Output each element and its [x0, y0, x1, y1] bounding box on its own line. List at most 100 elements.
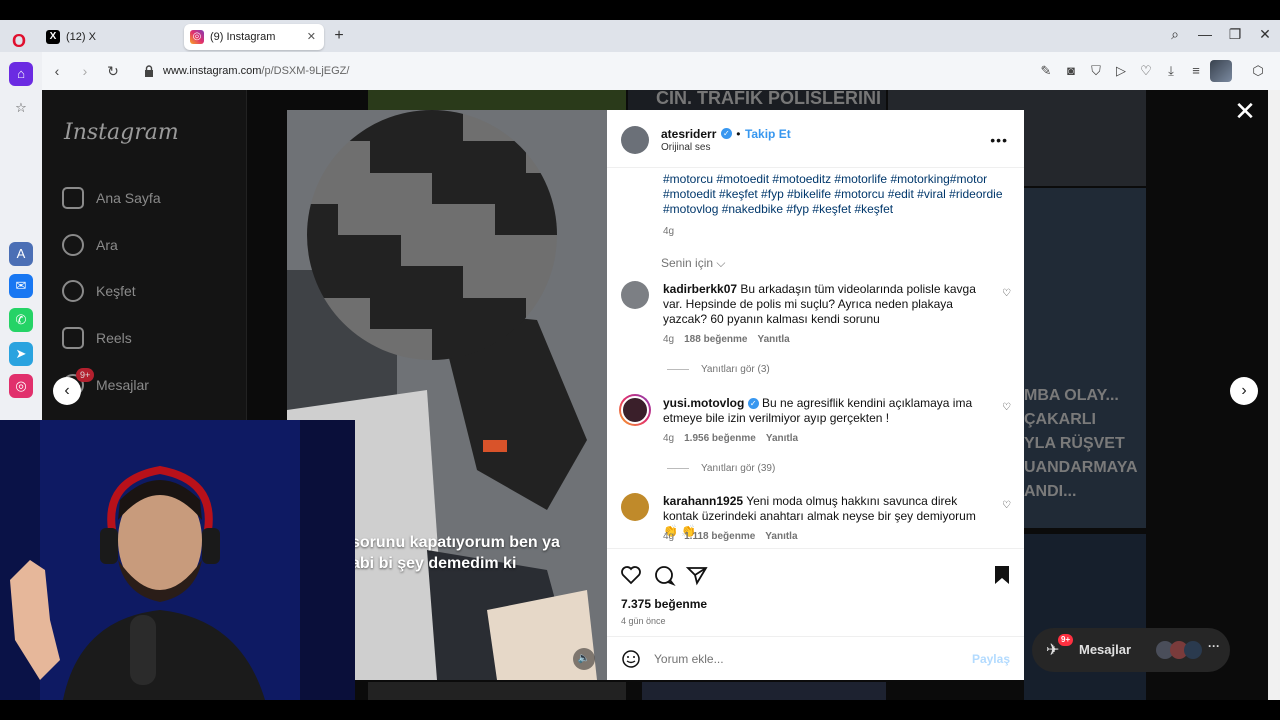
grid-tile[interactable]: CIN. TRAFIK POLISLERINI	[628, 90, 886, 110]
comment-like-icon[interactable]: ♡	[1002, 288, 1012, 299]
comments-list: #motorcu #motoedit #motoeditz #motorlife…	[607, 168, 1024, 548]
author-username[interactable]: atesriderr	[661, 127, 716, 141]
avatar-image	[621, 396, 649, 424]
comment-like-icon[interactable]: ♡	[1002, 500, 1012, 511]
instagram-logo[interactable]: Instagram	[64, 120, 179, 145]
reply-button[interactable]: Yanıtla	[766, 433, 798, 444]
letterbox-top	[0, 0, 1280, 20]
url-field[interactable]: www.instagram.com/p/DSXM-9LjEGZ/	[140, 60, 1020, 82]
like-heart-icon[interactable]	[619, 563, 643, 587]
heart-icon[interactable]: ♡	[1137, 62, 1155, 80]
grid-tile[interactable]	[368, 90, 626, 110]
comment-filter-dropdown[interactable]: Senin için ⌵	[661, 256, 725, 271]
sidebar-item-label: Reels	[96, 330, 132, 346]
comment-meta: 4g 1.956 beğenme Yanıtla	[663, 433, 798, 444]
comment-item: yusi.motovlog ✓ Bu ne agresiflik kendini…	[663, 396, 993, 426]
follow-button[interactable]: Takip Et	[745, 127, 791, 141]
comment-icon[interactable]	[652, 563, 676, 587]
new-tab-button[interactable]: +	[330, 27, 348, 45]
close-tab-icon[interactable]: ✕	[307, 24, 316, 50]
browser-tab-bar: O X (12) X ◎ (9) Instagram ✕ + ⌕ — ❐ ✕	[0, 20, 1280, 52]
comment-username[interactable]: yusi.motovlog	[663, 396, 744, 410]
send-icon[interactable]: ▷	[1112, 62, 1130, 80]
back-button[interactable]: ‹	[48, 62, 66, 80]
mosaic-cell	[463, 297, 495, 329]
camera-icon[interactable]: ◙	[1062, 62, 1080, 80]
mosaic-cell	[400, 110, 432, 142]
more-options-icon[interactable]: •••	[990, 132, 1008, 148]
shield-icon[interactable]: ⛉	[1087, 62, 1105, 80]
grid-tile[interactable]	[642, 682, 886, 700]
easy-setup-icon[interactable]: ≡	[1187, 62, 1205, 80]
post-comment-button[interactable]: Paylaş	[972, 652, 1010, 666]
url-host: www.instagram.com	[163, 65, 262, 77]
messages-pill[interactable]: ✈ 9+ Mesajlar ···	[1032, 628, 1230, 672]
page-scrollbar[interactable]	[1268, 90, 1280, 700]
audio-label[interactable]: Orijinal ses	[661, 142, 710, 153]
reply-button[interactable]: Yanıtla	[765, 531, 797, 542]
grid-tile[interactable]	[368, 682, 626, 700]
messages-badge: 9+	[76, 368, 95, 382]
grid-tile[interactable]	[1024, 534, 1146, 700]
profile-avatar[interactable]	[1210, 60, 1232, 82]
comment-likes[interactable]: 1.118 beğenme	[684, 531, 755, 542]
tab-x[interactable]: X (12) X	[40, 24, 175, 50]
more-icon: ···	[1208, 639, 1220, 653]
bookmark-icon[interactable]	[990, 563, 1014, 587]
mute-icon[interactable]: 🔈	[573, 648, 595, 670]
tab-instagram[interactable]: ◎ (9) Instagram ✕	[184, 24, 324, 50]
close-modal-icon[interactable]: ✕	[1234, 98, 1256, 124]
mosaic-cell	[307, 203, 339, 235]
comment-likes[interactable]: 1.956 beğenme	[684, 433, 756, 444]
emoji-icon[interactable]	[621, 649, 641, 669]
instagram-rail-icon[interactable]: ◎	[9, 374, 33, 398]
comment-avatar[interactable]	[621, 281, 649, 309]
mosaic-cell	[432, 110, 464, 142]
comment-username[interactable]: kadirberkk07	[663, 282, 737, 296]
video-subtitle: sorunu kapatıyorum ben ya abi bi şey dem…	[351, 534, 560, 572]
search-tabs-icon[interactable]: ⌕	[1165, 26, 1185, 43]
likes-count[interactable]: 7.375 beğenme	[621, 597, 707, 611]
aria-icon[interactable]: A	[9, 242, 33, 266]
comment-username[interactable]: karahann1925	[663, 494, 743, 508]
author-avatar[interactable]	[621, 126, 649, 154]
chevron-down-icon: ⌵	[716, 256, 726, 270]
next-post-button[interactable]: ›	[1230, 377, 1258, 405]
whatsapp-icon[interactable]: ✆	[9, 308, 33, 332]
reload-button[interactable]: ↻	[104, 62, 122, 80]
comment-avatar[interactable]	[619, 394, 651, 426]
comment-age: 4g	[663, 433, 675, 444]
download-icon[interactable]: ⤓	[1162, 62, 1180, 80]
share-icon[interactable]	[685, 563, 709, 587]
home-workspace-icon[interactable]: ⌂	[9, 62, 33, 86]
caption-hashtags[interactable]: #motorcu #motoedit #motoeditz #motorlife…	[663, 172, 1013, 217]
see-replies-button[interactable]: Yanıtları gör (3)	[667, 364, 770, 375]
comment-filter-label: Senin için	[661, 256, 714, 270]
mosaic-cell	[494, 266, 526, 298]
close-window-button[interactable]: ✕	[1255, 26, 1275, 43]
minimize-button[interactable]: —	[1195, 26, 1215, 42]
comment-like-icon[interactable]: ♡	[1002, 402, 1012, 413]
maximize-button[interactable]: ❐	[1225, 26, 1245, 43]
telegram-icon[interactable]: ➤	[9, 342, 33, 366]
grid-tile[interactable]: MBA OLAY... ÇAKARLI YLA RÜŞVET UANDARMAY…	[1024, 188, 1146, 528]
sidebar-item-search[interactable]: Ara	[62, 230, 118, 260]
messenger-icon[interactable]: ✉	[9, 274, 33, 298]
prev-post-button[interactable]: ‹	[53, 377, 81, 405]
edit-icon[interactable]: ✎	[1037, 62, 1055, 80]
sidebar-item-home[interactable]: Ana Sayfa	[62, 183, 161, 213]
sidebar-item-reels[interactable]: Reels	[62, 323, 132, 353]
reply-button[interactable]: Yanıtla	[758, 334, 790, 345]
opera-logo-icon[interactable]: O	[8, 30, 30, 52]
comment-input[interactable]: Yorum ekle...	[654, 652, 724, 666]
pinboard-icon[interactable]: ☆	[9, 96, 33, 120]
sidebar-item-label: Keşfet	[96, 283, 136, 299]
comment-age: 4g	[663, 334, 675, 345]
forward-button[interactable]: ›	[76, 62, 94, 80]
sidebar-item-explore[interactable]: Keşfet	[62, 276, 136, 306]
see-replies-button[interactable]: Yanıtları gör (39)	[667, 463, 775, 474]
comment-likes[interactable]: 188 beğenme	[684, 334, 747, 345]
extensions-icon[interactable]: ⬡	[1249, 62, 1267, 80]
comment-avatar[interactable]	[621, 493, 649, 521]
mosaic-cell	[463, 172, 495, 204]
